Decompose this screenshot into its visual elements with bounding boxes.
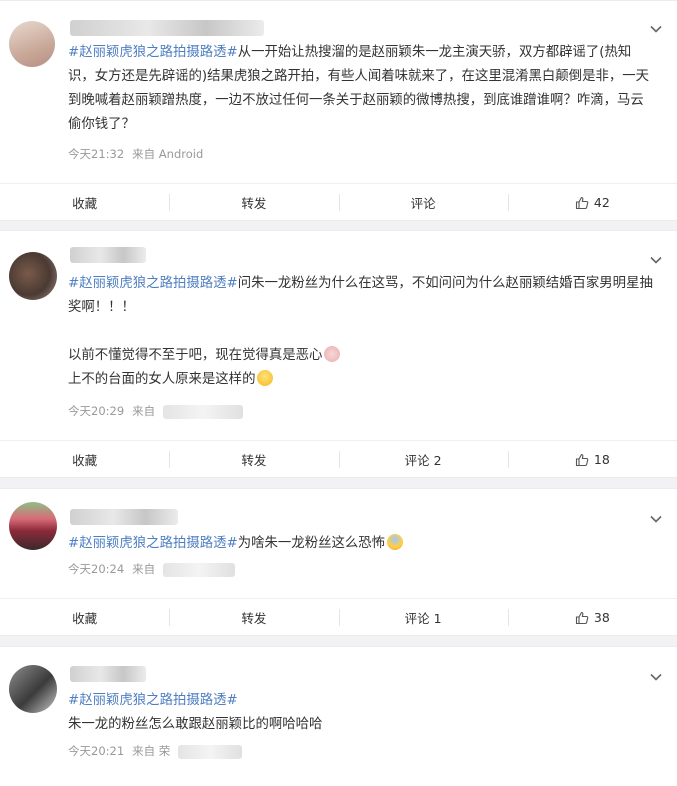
hashtag-link[interactable]: #赵丽颖虎狼之路拍摄路透# bbox=[68, 536, 238, 551]
favorite-button[interactable]: 收藏 bbox=[0, 441, 169, 478]
comment-meta: 今天20:24 来自 bbox=[68, 561, 243, 577]
thumbs-up-icon bbox=[575, 453, 589, 466]
avatar[interactable] bbox=[9, 252, 57, 300]
avatar[interactable] bbox=[9, 665, 57, 713]
comment-button[interactable]: 评论 bbox=[338, 184, 508, 221]
shocked-face-emoji-icon bbox=[257, 370, 274, 386]
comment-text: #赵丽颖虎狼之路拍摄路透# 朱一龙的粉丝怎么敢跟赵丽颖比的啊哈哈哈 bbox=[68, 689, 655, 737]
repost-button[interactable]: 转发 bbox=[169, 441, 338, 478]
username-blurred[interactable] bbox=[70, 20, 264, 36]
comment-text: #赵丽颖虎狼之路拍摄路透#问朱一龙粉丝为什么在这骂，不如问问为什么赵丽颖结婚百家… bbox=[68, 272, 655, 392]
source: 来自 bbox=[132, 562, 156, 576]
like-count: 38 bbox=[593, 610, 610, 625]
comment-card: #赵丽颖虎狼之路拍摄路透#从一开始让热搜溜的是赵丽颖朱一龙主演天骄，双方都辟谣了… bbox=[0, 0, 677, 221]
comment-text: #赵丽颖虎狼之路拍摄路透#为啥朱一龙粉丝这么恐怖 bbox=[68, 532, 655, 556]
like-button[interactable]: 42 bbox=[507, 184, 677, 221]
chevron-down-icon[interactable] bbox=[649, 670, 663, 684]
username-blurred[interactable] bbox=[70, 666, 146, 682]
action-bar: 收藏 转发 评论 2 18 bbox=[0, 440, 677, 478]
thumbs-up-icon bbox=[575, 196, 589, 209]
like-button[interactable]: 18 bbox=[507, 441, 677, 478]
comment-button[interactable]: 评论 2 bbox=[338, 441, 508, 478]
source-blurred bbox=[178, 744, 243, 759]
comment-line: 以前不懂觉得不至于吧，现在觉得真是恶心 bbox=[68, 348, 323, 363]
comment-line: 上不的台面的女人原来是这样的 bbox=[68, 372, 256, 387]
timestamp: 今天21:32 bbox=[68, 147, 125, 161]
like-button[interactable]: 38 bbox=[507, 599, 677, 636]
favorite-button[interactable]: 收藏 bbox=[0, 599, 169, 636]
source: 来自 Android bbox=[132, 147, 204, 161]
comment-button[interactable]: 评论 1 bbox=[338, 599, 508, 636]
hashtag-link[interactable]: #赵丽颖虎狼之路拍摄路透# bbox=[68, 45, 238, 60]
comment-text: #赵丽颖虎狼之路拍摄路透#从一开始让热搜溜的是赵丽颖朱一龙主演天骄，双方都辟谣了… bbox=[68, 41, 655, 137]
username-blurred[interactable] bbox=[70, 509, 178, 525]
hashtag-link[interactable]: #赵丽颖虎狼之路拍摄路透# bbox=[68, 276, 238, 291]
username-blurred[interactable] bbox=[70, 247, 146, 263]
comment-meta: 今天20:21 来自 荣 bbox=[68, 743, 250, 759]
comment-meta: 今天21:32 来自 Android bbox=[68, 146, 211, 162]
comment-body: 朱一龙的粉丝怎么敢跟赵丽颖比的啊哈哈哈 bbox=[68, 717, 323, 732]
source-blurred bbox=[163, 404, 244, 419]
action-bar: 收藏 转发 评论 42 bbox=[0, 183, 677, 221]
chevron-down-icon[interactable] bbox=[649, 22, 663, 36]
timestamp: 今天20:21 bbox=[68, 744, 125, 758]
source: 来自 bbox=[132, 404, 156, 418]
repost-button[interactable]: 转发 bbox=[169, 599, 338, 636]
chevron-down-icon[interactable] bbox=[649, 512, 663, 526]
source-blurred bbox=[163, 562, 236, 577]
timestamp: 今天20:24 bbox=[68, 562, 125, 576]
comment-meta: 今天20:29 来自 bbox=[68, 403, 251, 419]
pig-emoji-icon bbox=[324, 346, 341, 362]
comment-card: #赵丽颖虎狼之路拍摄路透# 朱一龙的粉丝怎么敢跟赵丽颖比的啊哈哈哈 今天20:2… bbox=[0, 646, 677, 786]
like-count: 42 bbox=[593, 195, 610, 210]
source: 来自 荣 bbox=[132, 744, 171, 758]
comment-feed: #赵丽颖虎狼之路拍摄路透#从一开始让热搜溜的是赵丽颖朱一龙主演天骄，双方都辟谣了… bbox=[0, 0, 677, 786]
action-bar: 收藏 转发 评论 1 38 bbox=[0, 598, 677, 636]
chevron-down-icon[interactable] bbox=[649, 253, 663, 267]
favorite-button[interactable]: 收藏 bbox=[0, 184, 169, 221]
hashtag-link[interactable]: #赵丽颖虎狼之路拍摄路透# bbox=[68, 693, 238, 708]
comment-body: 为啥朱一龙粉丝这么恐怖 bbox=[237, 536, 386, 551]
comment-card: #赵丽颖虎狼之路拍摄路透#问朱一龙粉丝为什么在这骂，不如问问为什么赵丽颖结婚百家… bbox=[0, 230, 677, 478]
like-count: 18 bbox=[593, 452, 610, 467]
avatar[interactable] bbox=[9, 21, 55, 67]
comment-card: #赵丽颖虎狼之路拍摄路透#为啥朱一龙粉丝这么恐怖 今天20:24 来自 收藏 转发… bbox=[0, 488, 677, 636]
repost-button[interactable]: 转发 bbox=[169, 184, 338, 221]
avatar[interactable] bbox=[9, 502, 57, 550]
scared-face-emoji-icon bbox=[387, 534, 404, 550]
thumbs-up-icon bbox=[575, 611, 589, 624]
timestamp: 今天20:29 bbox=[68, 404, 125, 418]
